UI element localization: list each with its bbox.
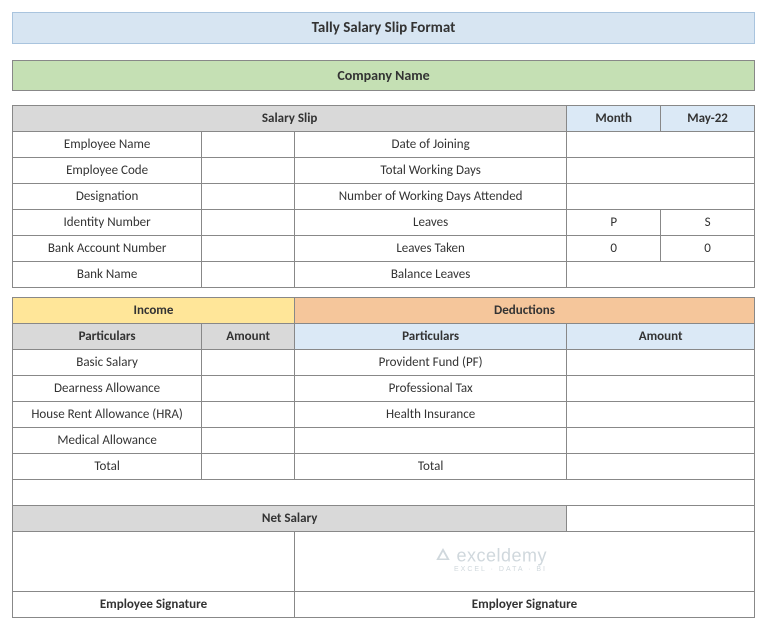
income-total-label: Total xyxy=(13,454,202,480)
deduction-particular: Professional Tax xyxy=(294,376,566,402)
table-row: Identity Number Leaves P S xyxy=(13,210,755,236)
deduction-particular: Health Insurance xyxy=(294,402,566,428)
deduction-particular xyxy=(294,428,566,454)
field-label: Balance Leaves xyxy=(294,262,566,288)
deduction-particulars-label: Particulars xyxy=(294,324,566,350)
deduction-amount[interactable] xyxy=(567,376,755,402)
income-header: Income xyxy=(13,298,295,324)
field-label: Date of Joining xyxy=(294,132,566,158)
income-amount-label: Amount xyxy=(202,324,295,350)
income-particular: Basic Salary xyxy=(13,350,202,376)
company-name: Company Name xyxy=(12,60,755,91)
employer-signature-box[interactable] xyxy=(294,532,754,592)
deduction-particular: Provident Fund (PF) xyxy=(294,350,566,376)
income-amount[interactable] xyxy=(202,376,295,402)
deduction-amount-label: Amount xyxy=(567,324,755,350)
field-label: Leaves Taken xyxy=(294,236,566,262)
table-row: Designation Number of Working Days Atten… xyxy=(13,184,755,210)
employer-signature-label: Employer Signature xyxy=(294,592,754,618)
table-row: Basic Salary Provident Fund (PF) xyxy=(13,350,755,376)
field-value[interactable] xyxy=(567,132,755,158)
field-label: Employee Code xyxy=(13,158,202,184)
field-value[interactable] xyxy=(202,236,295,262)
salary-slip-table: Salary Slip Month May-22 Employee Name D… xyxy=(12,105,755,618)
table-row: House Rent Allowance (HRA) Health Insura… xyxy=(13,402,755,428)
field-value[interactable] xyxy=(202,262,295,288)
table-row: Dearness Allowance Professional Tax xyxy=(13,376,755,402)
field-label: Identity Number xyxy=(13,210,202,236)
employee-signature-box[interactable] xyxy=(13,532,295,592)
field-value[interactable] xyxy=(202,158,295,184)
field-label: Total Working Days xyxy=(294,158,566,184)
field-label: Leaves xyxy=(294,210,566,236)
table-row: Total Total xyxy=(13,454,755,480)
table-row: Bank Name Balance Leaves xyxy=(13,262,755,288)
deduction-total-amount[interactable] xyxy=(567,454,755,480)
spacer-row xyxy=(13,480,755,506)
deduction-amount[interactable] xyxy=(567,350,755,376)
net-salary-label: Net Salary xyxy=(13,506,567,532)
deduction-amount[interactable] xyxy=(567,428,755,454)
salary-slip-header: Salary Slip xyxy=(13,106,567,132)
field-value[interactable]: 0 xyxy=(661,236,755,262)
field-value: S xyxy=(661,210,755,236)
table-row: Employee Code Total Working Days xyxy=(13,158,755,184)
table-row: Medical Allowance xyxy=(13,428,755,454)
deduction-amount[interactable] xyxy=(567,402,755,428)
table-row: Bank Account Number Leaves Taken 0 0 xyxy=(13,236,755,262)
month-label: Month xyxy=(567,106,661,132)
field-value[interactable] xyxy=(567,184,755,210)
income-amount[interactable] xyxy=(202,402,295,428)
month-value: May-22 xyxy=(661,106,755,132)
field-label: Employee Name xyxy=(13,132,202,158)
page-title: Tally Salary Slip Format xyxy=(12,12,755,44)
field-label: Designation xyxy=(13,184,202,210)
deduction-total-label: Total xyxy=(294,454,566,480)
field-value[interactable] xyxy=(567,158,755,184)
field-label: Number of Working Days Attended xyxy=(294,184,566,210)
field-value[interactable]: 0 xyxy=(567,236,661,262)
net-salary-value[interactable] xyxy=(567,506,755,532)
table-row: Employee Name Date of Joining xyxy=(13,132,755,158)
deductions-header: Deductions xyxy=(294,298,754,324)
field-value[interactable] xyxy=(202,210,295,236)
field-value[interactable] xyxy=(202,184,295,210)
income-amount[interactable] xyxy=(202,350,295,376)
income-particulars-label: Particulars xyxy=(13,324,202,350)
field-value[interactable] xyxy=(202,132,295,158)
income-amount[interactable] xyxy=(202,428,295,454)
field-label: Bank Name xyxy=(13,262,202,288)
income-particular: House Rent Allowance (HRA) xyxy=(13,402,202,428)
field-value: P xyxy=(567,210,661,236)
income-total-amount[interactable] xyxy=(202,454,295,480)
field-label: Bank Account Number xyxy=(13,236,202,262)
income-particular: Dearness Allowance xyxy=(13,376,202,402)
income-particular: Medical Allowance xyxy=(13,428,202,454)
field-value[interactable] xyxy=(567,262,755,288)
employee-signature-label: Employee Signature xyxy=(13,592,295,618)
